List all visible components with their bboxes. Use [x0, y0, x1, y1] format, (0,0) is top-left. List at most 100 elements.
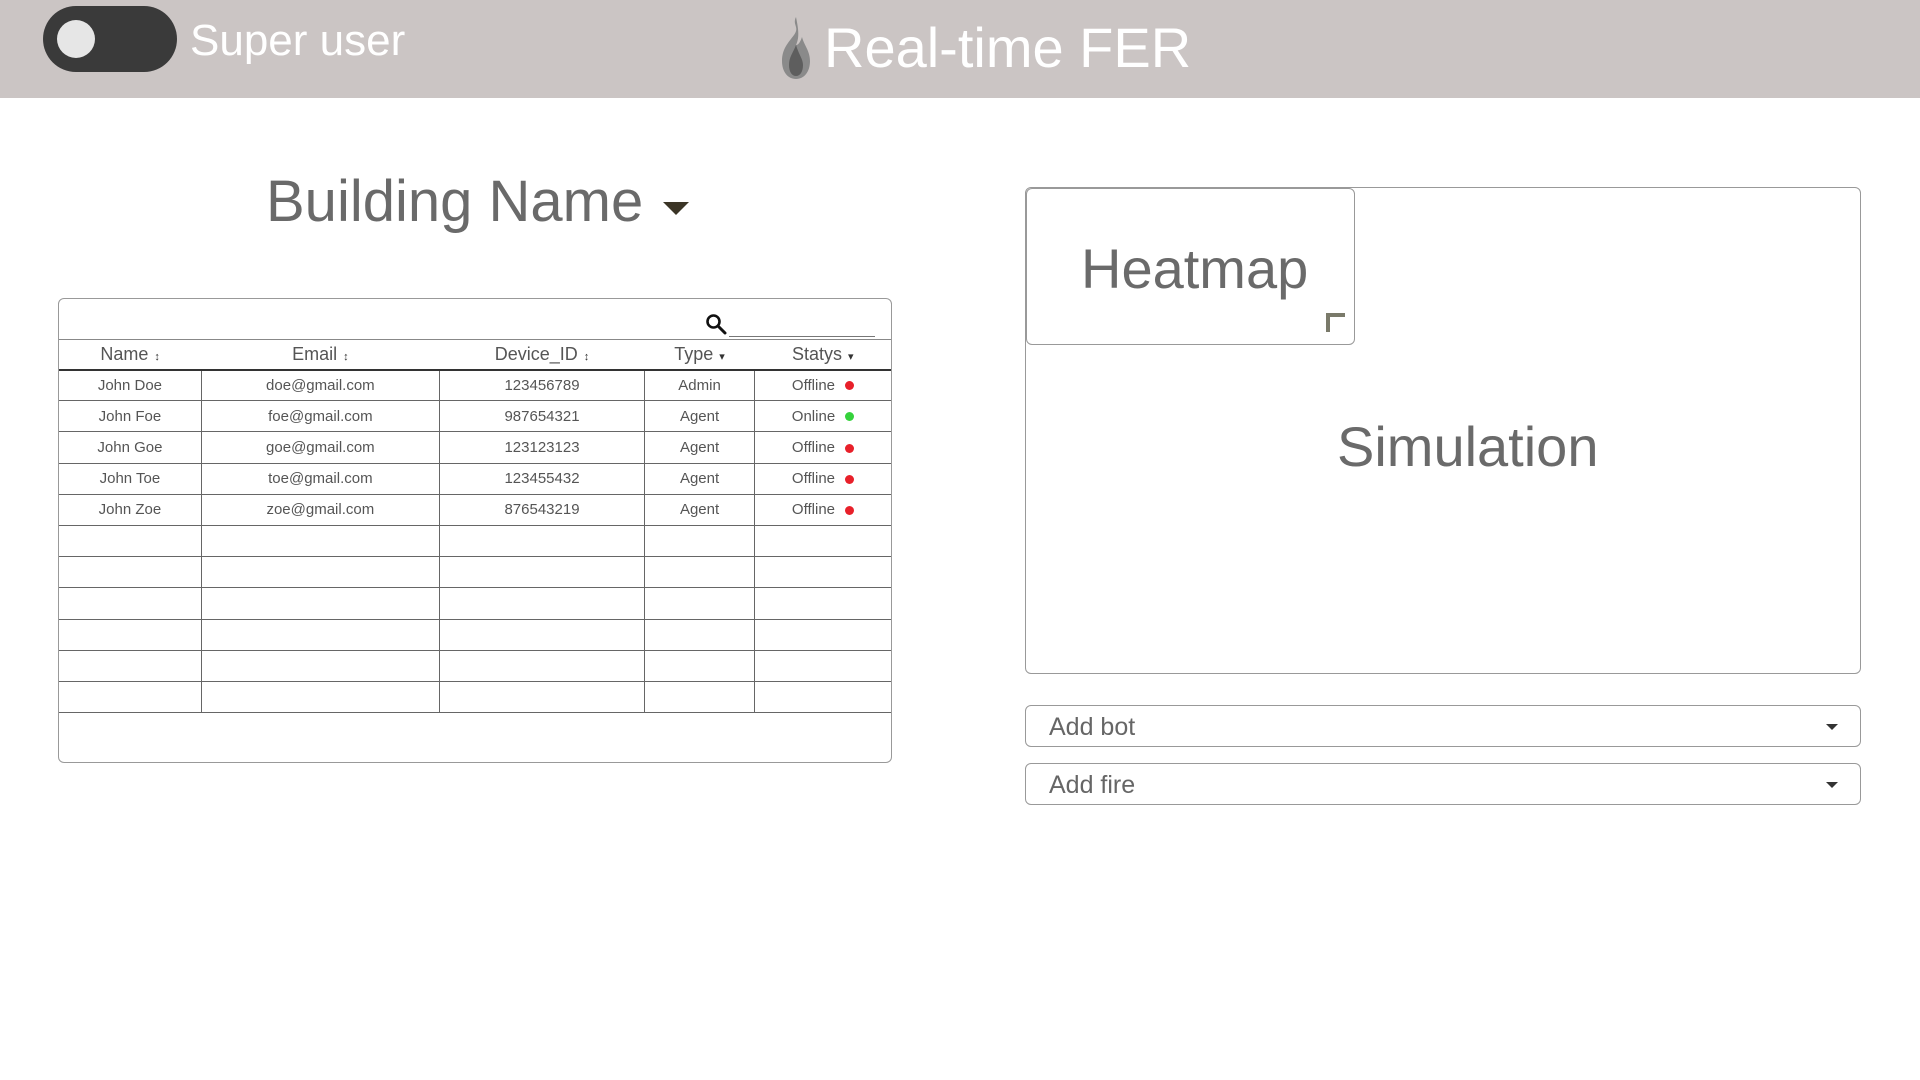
- empty-cell: [59, 556, 202, 589]
- app-title: Real-time FER: [776, 12, 1191, 84]
- search-icon[interactable]: [705, 313, 727, 335]
- expand-icon[interactable]: [1325, 312, 1347, 334]
- status-dot: [845, 474, 855, 484]
- cell-status: Online: [753, 400, 891, 433]
- add-bot-dropdown[interactable]: Add bot: [1025, 705, 1861, 747]
- super-user-toggle[interactable]: [43, 6, 177, 72]
- flame-icon: [782, 17, 810, 79]
- table-search: [705, 307, 875, 337]
- table-header-row: Name ↕ Email ↕ Device_ID ↕ Type ▾ Statys ▾: [59, 339, 891, 371]
- empty-cell: [200, 649, 440, 682]
- empty-cell: [438, 618, 646, 651]
- empty-cell: [59, 649, 202, 682]
- chevron-down-icon[interactable]: [1826, 724, 1838, 730]
- empty-cell: [200, 618, 440, 651]
- filter-caret-icon[interactable]: ▾: [848, 351, 854, 363]
- status-dot: [845, 505, 855, 515]
- table-row[interactable]: John Doe doe@gmail.com 123456789 Admin Offli…: [59, 368, 891, 402]
- sort-icon[interactable]: ↕: [584, 351, 590, 363]
- sort-icon[interactable]: ↕: [154, 351, 160, 363]
- heatmap-label: Heatmap: [1081, 237, 1309, 300]
- empty-cell: [59, 618, 202, 651]
- users-table: Name ↕ Email ↕ Device_ID ↕ Type ▾ Statys ▾ Jo…: [59, 339, 891, 714]
- empty-cell: [59, 587, 202, 620]
- cell-type: Agent: [644, 400, 755, 433]
- cell-type: Agent: [644, 462, 755, 495]
- column-header-name[interactable]: Name ↕: [59, 339, 202, 371]
- empty-cell: [200, 587, 440, 620]
- table-row[interactable]: John Toe toe@gmail.com 123455432 Agent Offli…: [59, 462, 891, 495]
- cell-status: Offline: [753, 462, 891, 495]
- users-table-panel: Name ↕ Email ↕ Device_ID ↕ Type ▾ Statys ▾ Jo…: [58, 298, 892, 763]
- empty-table-row: [59, 649, 891, 682]
- empty-cell: [644, 680, 755, 714]
- cell-name: John Zoe: [59, 493, 202, 526]
- cell-device-id: 876543219: [438, 493, 646, 526]
- filter-caret-icon[interactable]: ▾: [719, 351, 725, 363]
- empty-cell: [644, 649, 755, 682]
- cell-device-id: 123123123: [438, 431, 646, 464]
- heatmap-panel[interactable]: Heatmap: [1026, 188, 1355, 345]
- status-dot: [845, 443, 855, 453]
- sort-icon[interactable]: ↕: [343, 351, 349, 363]
- empty-cell: [59, 524, 202, 558]
- empty-cell: [753, 618, 891, 651]
- column-header-status[interactable]: Statys ▾: [754, 339, 891, 371]
- add-bot-label: Add bot: [1049, 713, 1136, 741]
- empty-table-row: [59, 680, 891, 714]
- cell-email: toe@gmail.com: [200, 462, 440, 495]
- empty-cell: [753, 556, 891, 589]
- cell-name: John Foe: [59, 400, 202, 433]
- empty-cell: [200, 524, 440, 558]
- empty-cell: [438, 556, 646, 589]
- column-header-device-id[interactable]: Device_ID ↕: [439, 339, 645, 371]
- super-user-label: Super user: [190, 16, 406, 65]
- empty-table-row: [59, 618, 891, 651]
- simulation-panel[interactable]: Heatmap Simulation: [1025, 187, 1861, 674]
- chevron-down-icon[interactable]: [1826, 782, 1838, 788]
- status-dot: [845, 412, 855, 422]
- search-underline: [729, 336, 875, 337]
- empty-cell: [753, 649, 891, 682]
- chevron-down-icon[interactable]: [663, 201, 690, 215]
- cell-email: foe@gmail.com: [200, 400, 440, 433]
- column-header-email[interactable]: Email ↕: [201, 339, 440, 371]
- cell-email: zoe@gmail.com: [200, 493, 440, 526]
- toggle-knob[interactable]: [57, 20, 95, 58]
- cell-name: John Goe: [59, 431, 202, 464]
- building-selector[interactable]: Building Name: [266, 166, 690, 238]
- add-fire-dropdown[interactable]: Add fire: [1025, 763, 1861, 805]
- cell-email: goe@gmail.com: [200, 431, 440, 464]
- empty-table-row: [59, 524, 891, 558]
- empty-cell: [644, 587, 755, 620]
- search-input[interactable]: [731, 309, 873, 335]
- cell-device-id: 987654321: [438, 400, 646, 433]
- empty-cell: [644, 618, 755, 651]
- simulation-label: Simulation: [1337, 415, 1599, 478]
- empty-cell: [438, 587, 646, 620]
- empty-cell: [438, 680, 646, 714]
- app-header: Super user Real-time FER: [0, 0, 1920, 98]
- empty-cell: [753, 680, 891, 714]
- cell-status: Offline: [753, 493, 891, 526]
- cell-type: Agent: [644, 431, 755, 464]
- cell-status: Offline: [753, 431, 891, 464]
- table-body: John Doe doe@gmail.com 123456789 Admin Offli…: [59, 368, 891, 714]
- column-header-type[interactable]: Type ▾: [644, 339, 755, 371]
- empty-table-row: [59, 587, 891, 620]
- cell-name: John Doe: [59, 368, 202, 402]
- empty-cell: [200, 556, 440, 589]
- table-row[interactable]: John Foe foe@gmail.com 987654321 Agent Onlin…: [59, 400, 891, 433]
- empty-cell: [200, 680, 440, 714]
- cell-type: Admin: [644, 368, 755, 402]
- table-row[interactable]: John Goe goe@gmail.com 123123123 Agent Offli…: [59, 431, 891, 464]
- empty-cell: [644, 556, 755, 589]
- table-row[interactable]: John Zoe zoe@gmail.com 876543219 Agent Offli…: [59, 493, 891, 526]
- building-name: Building Name: [266, 169, 644, 234]
- empty-cell: [438, 649, 646, 682]
- cell-type: Agent: [644, 493, 755, 526]
- empty-table-row: [59, 556, 891, 589]
- cell-device-id: 123456789: [438, 368, 646, 402]
- status-dot: [845, 381, 855, 391]
- app-title-text: Real-time FER: [824, 16, 1192, 79]
